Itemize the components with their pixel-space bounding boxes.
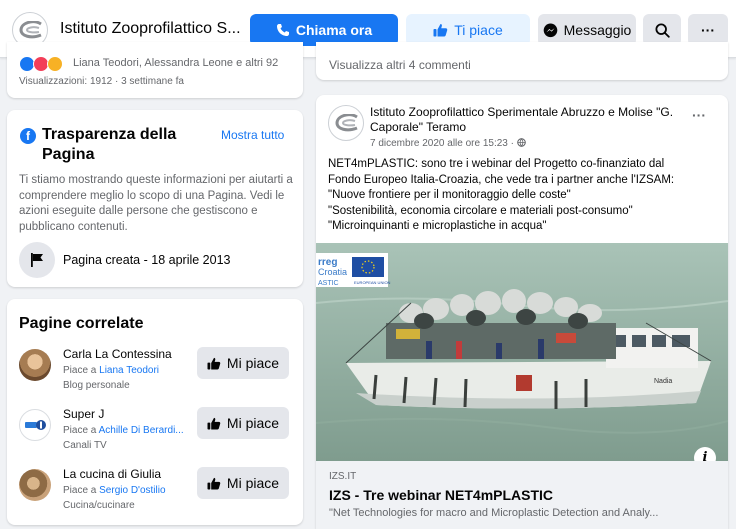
post-text-line: "Nuove frontiere per il monitoraggio del… [328,189,571,201]
view-more-comments-link[interactable]: Visualizza altri 4 commenti [329,58,471,72]
reactions-card: Liana Teodori, Alessandra Leone e altri … [7,42,303,98]
fishing-boat-photo: rreg Croatia ASTIC EUROPEAN UNION Nadia [316,243,728,461]
related-page-name[interactable]: Super J [63,407,104,421]
show-all-link[interactable]: Mostra tutto [221,128,284,142]
post-card: Istituto Zooprofilattico Sperimentale Ab… [316,95,728,529]
related-pages-card: Pagine correlate Carla La Contessina Pia… [7,299,303,525]
related-page-item: Super J Piace a Achille Di Berardi... Ca… [7,407,303,463]
like-page-label: Ti piace [454,22,503,38]
views-count: Visualizzazioni: 1912 · 3 settimane fa [19,76,184,87]
institute-logo-icon [19,21,42,39]
post-timestamp[interactable]: 7 dicembre 2020 alle ore 15:23 · [370,138,526,149]
post-link-image[interactable]: rreg Croatia ASTIC EUROPEAN UNION Nadia [316,243,728,461]
post-text-line: "Sostenibilità, economia circolare e mat… [328,204,633,217]
liked-by-friend-link[interactable]: Liana Teodori [99,365,159,376]
like-related-page-button[interactable]: Mi piace [197,467,289,499]
related-page-liked-by: Piace a Achille Di Berardi... [63,425,184,436]
link-description: "Net Technologies for macro and Micropla… [329,507,659,519]
comments-card: Visualizza altri 4 commenti [316,42,728,80]
liked-by-prefix: Piace a [63,425,99,436]
link-title: IZS - Tre webinar NET4mPLASTIC [329,487,554,503]
messenger-icon [543,23,557,37]
eu-logo-caption: EUROPEAN UNION [354,280,391,285]
boat-name-text: Nadia [654,378,672,385]
transparency-description: Ti stiamo mostrando queste informazioni … [19,174,293,233]
avatar[interactable] [19,409,51,441]
institute-logo-icon [335,114,358,132]
thumbs-up-icon [207,357,221,370]
related-page-name[interactable]: Carla La Contessina [63,347,172,361]
post-author-avatar[interactable] [328,105,364,141]
post-text-line: NET4mPLASTIC: sono tre i webinar del Pro… [328,158,665,170]
related-page-category: Canali TV [63,440,107,451]
avatar[interactable] [19,349,51,381]
interreg-logo-project: ASTIC [318,280,339,287]
call-now-label: Chiama ora [295,22,373,38]
post-text-line: "Microinquinanti e microplastiche in acq… [328,220,547,232]
related-page-liked-by: Piace a Sergio D'ostilio [63,485,166,496]
liked-by-prefix: Piace a [63,365,100,376]
related-page-item: Carla La Contessina Piace a Liana Teodor… [7,347,303,403]
reaction-icons[interactable] [19,56,63,72]
avatar[interactable] [19,469,51,501]
page-created-date: Pagina creata - 18 aprile 2013 [63,253,231,267]
haha-reaction-icon [47,56,63,72]
related-page-item: La cucina di Giulia Piace a Sergio D'ost… [7,467,303,523]
like-related-label: Mi piace [226,475,280,491]
thumbs-up-icon [207,417,221,430]
related-page-liked-by: Piace a Liana Teodori [63,365,159,376]
liked-by-friend-link[interactable]: Sergio D'ostilio [99,485,165,496]
post-text-line: Fondo Europeo Italia-Croazia, che vede t… [328,173,675,186]
post-text: NET4mPLASTIC: sono tre i webinar del Pro… [328,157,720,235]
related-page-category: Cucina/cucinare [63,500,135,511]
reaction-names[interactable]: Liana Teodori, Alessandra Leone e altri … [73,57,278,69]
like-related-page-button[interactable]: Mi piace [197,407,289,439]
like-related-page-button[interactable]: Mi piace [197,347,289,379]
related-page-name[interactable]: La cucina di Giulia [63,467,161,481]
thumbs-up-icon [433,24,448,37]
facebook-icon: f [20,128,36,144]
post-author-name[interactable]: Istituto Zooprofilattico Sperimentale Ab… [370,105,680,135]
liked-by-friend-link[interactable]: Achille Di Berardi... [99,425,184,436]
post-options-button[interactable]: ··· [692,107,706,123]
phone-icon [276,24,289,36]
globe-icon [516,138,526,147]
related-page-category: Blog personale [63,380,130,391]
link-preview[interactable]: IZS.IT IZS - Tre webinar NET4mPLASTIC "N… [316,461,728,529]
thumbs-up-icon [207,477,221,490]
flag-icon [19,242,55,278]
more-dots-icon: ··· [701,22,715,38]
transparency-title: Trasparenza della Pagina [42,126,177,163]
page-transparency-card: f Trasparenza della Pagina Mostra tutto … [7,110,303,287]
like-related-label: Mi piace [226,355,280,371]
related-pages-title: Pagine correlate [19,315,144,332]
post-date-text: 7 dicembre 2020 alle ore 15:23 · [370,138,517,149]
message-label: Messaggio [563,22,632,38]
liked-by-prefix: Piace a [63,485,100,496]
search-icon [654,22,670,38]
link-domain: IZS.IT [329,471,357,482]
interreg-logo-country: Croatia [318,267,347,277]
like-related-label: Mi piace [226,415,280,431]
page-title[interactable]: Istituto Zooprofilattico S... [60,20,241,38]
